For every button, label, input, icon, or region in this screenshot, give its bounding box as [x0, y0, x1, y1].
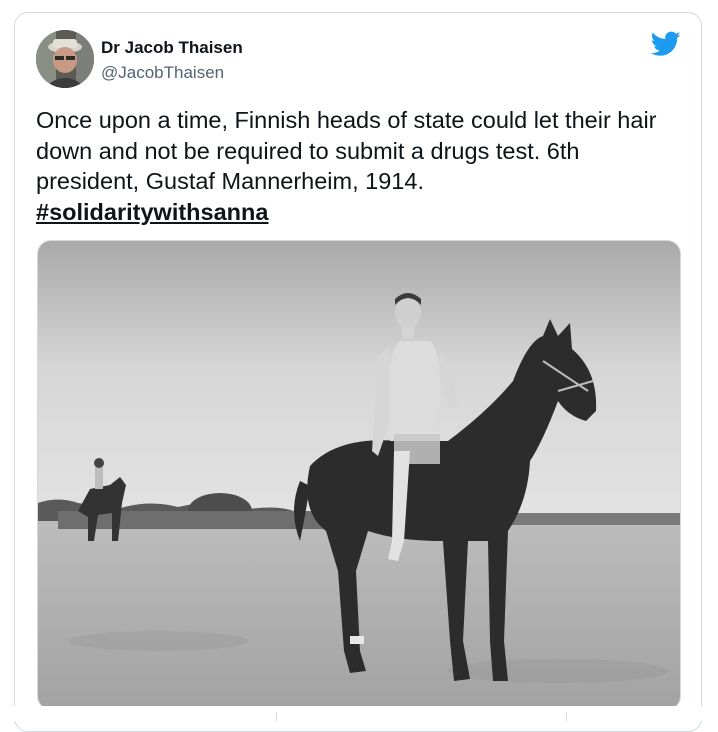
avatar-image: [36, 30, 94, 88]
tweet-text: Once upon a time, Finnish heads of state…: [36, 105, 681, 227]
tweet-body: Once upon a time, Finnish heads of state…: [36, 107, 657, 194]
hashtag-link[interactable]: #solidaritywithsanna: [36, 199, 268, 225]
display-name[interactable]: Dr Jacob Thaisen: [101, 38, 243, 58]
user-avatar[interactable]: [36, 30, 94, 88]
user-handle[interactable]: @JacobThaisen: [101, 63, 224, 83]
horse-rider-photo: [38, 241, 680, 709]
tweet-card[interactable]: Dr Jacob Thaisen @JacobThaisen Once upon…: [14, 12, 702, 732]
footer-strip: [0, 706, 718, 721]
twitter-bird-icon[interactable]: [650, 31, 681, 57]
footer-divider: [566, 712, 567, 721]
tweet-photo[interactable]: [37, 240, 681, 710]
footer-divider: [276, 712, 277, 721]
